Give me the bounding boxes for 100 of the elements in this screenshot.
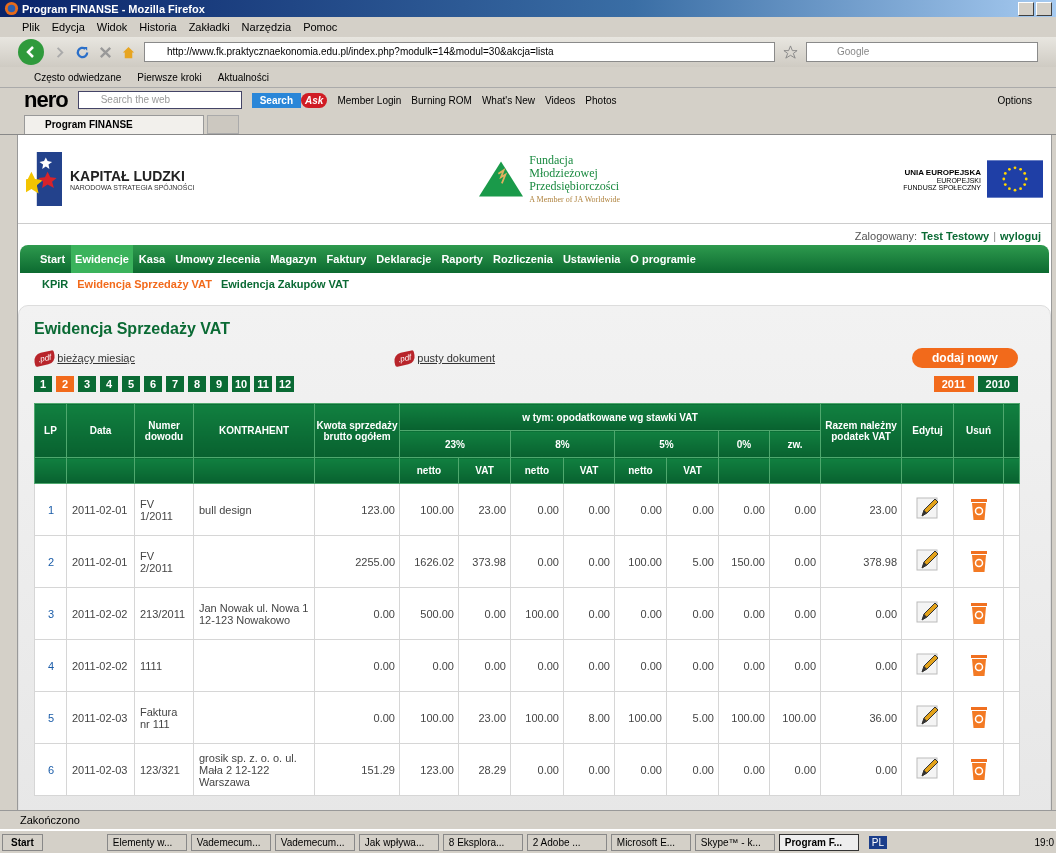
- page-title: Ewidencja Sprzedaży VAT: [34, 319, 231, 339]
- table-cell: 0.00: [458, 587, 511, 640]
- toolbar-item[interactable]: Videos: [544, 94, 576, 106]
- toolbar-item[interactable]: Photos: [585, 94, 617, 106]
- status-text: Zakończono: [20, 814, 80, 826]
- bookmark-link[interactable]: Często odwiedzane: [34, 71, 122, 83]
- page-button[interactable]: 10: [232, 376, 250, 392]
- bookmark-link[interactable]: Aktualności: [217, 71, 269, 83]
- search-button[interactable]: Search: [251, 92, 302, 108]
- table-cell: 0.00: [718, 483, 770, 536]
- page-button[interactable]: 1: [34, 376, 52, 392]
- page-button[interactable]: 11: [254, 376, 272, 392]
- taskbar-button[interactable]: Skype™ - k...: [694, 833, 775, 851]
- pencil-edit-icon[interactable]: [916, 652, 940, 677]
- year-button[interactable]: 2010: [977, 376, 1018, 392]
- column-header: Razem należny podatek VAT: [820, 403, 902, 458]
- table-cell: 0.00: [614, 587, 667, 640]
- nav-tab[interactable]: Ustawienia: [558, 245, 625, 273]
- minimize-button[interactable]: [1018, 1, 1034, 16]
- menu-item[interactable]: Plik: [22, 21, 40, 33]
- table-cell: 0.00: [666, 639, 719, 692]
- language-indicator[interactable]: PL: [868, 835, 888, 849]
- nav-tab[interactable]: O programie: [626, 245, 700, 273]
- table-cell: 5.00: [666, 691, 719, 744]
- taskbar-button[interactable]: Jak wpływa...: [358, 833, 439, 851]
- page-button[interactable]: 9: [210, 376, 228, 392]
- row-number[interactable]: 5: [34, 691, 67, 744]
- row-number[interactable]: 6: [34, 743, 67, 796]
- search-field[interactable]: Google: [806, 42, 1038, 62]
- taskbar-button[interactable]: Elementy w...: [106, 833, 187, 851]
- toolbar-item[interactable]: Burning ROM: [411, 94, 472, 106]
- triangle-logo-icon: [479, 161, 524, 197]
- browser-tab[interactable]: Program FINANSE: [24, 115, 204, 134]
- page-button[interactable]: 5: [122, 376, 140, 392]
- bookmark-link[interactable]: Pierwsze kroki: [137, 71, 202, 83]
- page-button[interactable]: 12: [276, 376, 294, 392]
- pencil-edit-icon[interactable]: [916, 496, 940, 521]
- nav-tab[interactable]: Rozliczenia: [488, 245, 557, 273]
- nav-tab[interactable]: Kasa: [134, 245, 170, 273]
- star-icon[interactable]: [783, 44, 798, 60]
- nav-tab[interactable]: Faktury: [322, 245, 371, 273]
- pdf-link[interactable]: pusty dokument: [417, 352, 495, 364]
- table-cell: 0.00: [718, 639, 770, 692]
- table-cell: 100.00: [769, 691, 821, 744]
- reload-icon[interactable]: [75, 44, 90, 60]
- window-title: Program FINANSE - Mozilla Firefox: [22, 2, 206, 15]
- back-button[interactable]: [18, 39, 44, 65]
- table-cell: 0.00: [510, 483, 564, 536]
- table-cell: 100.00: [399, 691, 459, 744]
- taskbar-button[interactable]: Program F...: [778, 833, 859, 851]
- row-number[interactable]: 2: [34, 535, 67, 588]
- page-button[interactable]: 6: [144, 376, 162, 392]
- foundation-name: Młodzieżowej: [529, 167, 599, 180]
- foundation-name: Przedsiębiorczości: [529, 180, 620, 193]
- table-cell: 0.00: [510, 535, 564, 588]
- close-icon[interactable]: [98, 44, 113, 60]
- menu-item[interactable]: Edycja: [51, 21, 85, 33]
- taskbar-button[interactable]: 2 Adobe ...: [526, 833, 607, 851]
- page-button[interactable]: 7: [166, 376, 184, 392]
- table-cell: 0.00: [314, 587, 400, 640]
- menu-item[interactable]: Historia: [139, 21, 177, 33]
- page-button[interactable]: 4: [100, 376, 118, 392]
- subnav-link[interactable]: KPiR: [42, 278, 69, 294]
- taskbar-button[interactable]: 8 Eksplora...: [442, 833, 523, 851]
- pencil-edit-icon[interactable]: [916, 756, 940, 781]
- nav-tab[interactable]: Raporty: [437, 245, 487, 273]
- subnav-link[interactable]: Ewidencja Zakupów VAT: [220, 278, 349, 294]
- table-cell: grosik sp. z. o. o. ul. Mała 2 12-122 Warszawa: [193, 743, 315, 796]
- pencil-edit-icon[interactable]: [916, 548, 940, 573]
- table-cell: 2255.00: [314, 535, 400, 588]
- user-link[interactable]: Test Testowy: [921, 230, 990, 242]
- nav-tab[interactable]: Magazyn: [266, 245, 321, 273]
- maximize-button[interactable]: [1036, 1, 1052, 16]
- nav-tab[interactable]: Umowy zlecenia: [171, 245, 265, 273]
- taskbar-button[interactable]: Vademecum...: [274, 833, 355, 851]
- address-field[interactable]: http://www.fk.praktycznaekonomia.edu.pl/index.php?modulk=14&modul=30&akcja=lista: [144, 42, 775, 62]
- menu-item[interactable]: Zakładki: [188, 21, 230, 33]
- options-button[interactable]: Options: [997, 94, 1032, 106]
- toolbar-item[interactable]: Member Login: [337, 94, 402, 106]
- nav-tab[interactable]: Start: [36, 245, 70, 273]
- page-button[interactable]: 8: [188, 376, 206, 392]
- menu-item[interactable]: Pomoc: [303, 21, 338, 33]
- row-number[interactable]: 4: [34, 639, 67, 692]
- page-button[interactable]: 3: [78, 376, 96, 392]
- pencil-edit-icon[interactable]: [916, 600, 940, 625]
- pencil-edit-icon[interactable]: [916, 704, 940, 729]
- rate-header: 5%: [614, 430, 719, 458]
- table-cell: 28.29: [458, 743, 511, 796]
- start-button[interactable]: Start: [2, 833, 43, 851]
- menu-item[interactable]: Widok: [96, 21, 128, 33]
- menu-item[interactable]: Narzędzia: [241, 21, 292, 33]
- pdf-link[interactable]: bieżący miesiąc: [57, 352, 135, 364]
- row-number[interactable]: 3: [34, 587, 67, 640]
- taskbar-button[interactable]: Vademecum...: [190, 833, 271, 851]
- toolbar-item[interactable]: What's New: [481, 94, 535, 106]
- logout-link[interactable]: wyloguj: [1000, 230, 1041, 242]
- column-header: Usuń: [953, 403, 1004, 458]
- nav-tab[interactable]: Deklaracje: [372, 245, 436, 273]
- taskbar-button[interactable]: Microsoft E...: [610, 833, 691, 851]
- row-number[interactable]: 1: [34, 483, 67, 536]
